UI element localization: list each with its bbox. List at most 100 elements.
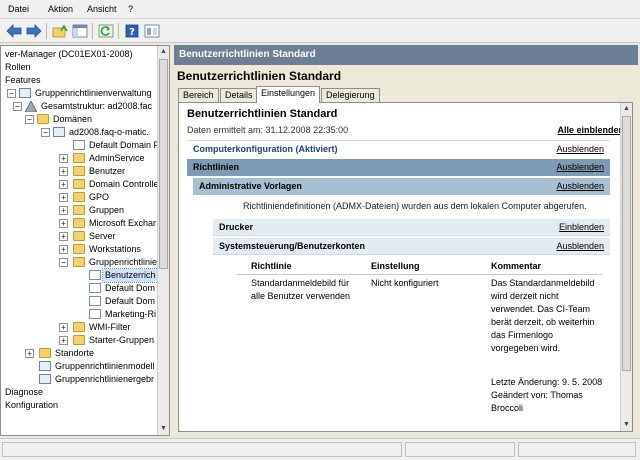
expand-toggle[interactable]: + bbox=[59, 193, 68, 202]
hide-link[interactable]: Ausblenden bbox=[556, 238, 604, 255]
policy-name-line-1: Standardanmeldebild für bbox=[251, 278, 350, 288]
policy-setting: Nicht konfiguriert bbox=[371, 278, 439, 288]
expand-toggle[interactable]: + bbox=[59, 245, 68, 254]
folder-icon bbox=[73, 322, 85, 332]
menu-aktion[interactable]: Aktion bbox=[48, 4, 73, 14]
tree-item-server-manager[interactable]: ver-Manager (DC01EX01-2008) bbox=[5, 48, 133, 61]
back-arrow-icon[interactable] bbox=[6, 23, 22, 39]
show-hide-tree-icon[interactable] bbox=[72, 23, 88, 39]
section-label: Richtlinien bbox=[193, 162, 240, 172]
expand-toggle[interactable]: + bbox=[59, 167, 68, 176]
menu-ansicht[interactable]: Ansicht bbox=[87, 4, 117, 14]
ou-folder-icon bbox=[73, 179, 85, 189]
report-scrollbar[interactable]: ▲ ▼ bbox=[620, 103, 632, 431]
section-systemsteuerung: Systemsteuerung/Benutzerkonten Ausblende… bbox=[213, 238, 610, 255]
expand-toggle[interactable]: + bbox=[59, 232, 68, 241]
collapse-toggle[interactable]: − bbox=[41, 128, 50, 137]
details-header: Benutzerrichtlinien Standard bbox=[174, 45, 638, 65]
menu-datei[interactable]: Datei bbox=[8, 4, 29, 14]
expand-toggle[interactable]: + bbox=[59, 336, 68, 345]
menu-help[interactable]: ? bbox=[128, 4, 133, 14]
column-header-comment: Kommentar bbox=[491, 261, 542, 271]
expand-toggle[interactable]: + bbox=[59, 180, 68, 189]
comment-line: berät derzeit, ob weiterhin bbox=[491, 317, 595, 327]
ou-folder-icon bbox=[73, 231, 85, 241]
status-pane bbox=[518, 442, 636, 457]
page-title: Benutzerrichtlinien Standard bbox=[177, 69, 342, 83]
ou-folder-icon bbox=[73, 153, 85, 163]
tab-einstellungen[interactable]: Einstellungen bbox=[256, 86, 321, 103]
ou-folder-icon bbox=[73, 244, 85, 254]
section-computer-config: Computerkonfiguration (Aktiviert) Ausble… bbox=[187, 140, 610, 157]
tab-details[interactable]: Details bbox=[220, 88, 258, 102]
comment-line: das Firmenlogo bbox=[491, 330, 554, 340]
ou-folder-icon bbox=[73, 166, 85, 176]
show-link[interactable]: Einblenden bbox=[559, 219, 604, 236]
ou-folder-icon bbox=[73, 192, 85, 202]
folder-icon bbox=[37, 114, 49, 124]
scroll-up-icon[interactable]: ▲ bbox=[622, 103, 631, 114]
policy-name-line-2: alle Benutzer verwenden bbox=[251, 291, 351, 301]
refresh-icon[interactable] bbox=[98, 23, 114, 39]
toolbar-separator bbox=[118, 23, 119, 39]
expand-toggle[interactable]: + bbox=[25, 349, 34, 358]
show-all-link[interactable]: Alle einblenden bbox=[557, 125, 624, 135]
scroll-thumb[interactable] bbox=[622, 116, 631, 371]
settings-report: Benutzerrichtlinien Standard Daten ermit… bbox=[178, 102, 633, 432]
forward-arrow-icon[interactable] bbox=[26, 23, 42, 39]
tab-delegierung[interactable]: Delegierung bbox=[321, 88, 380, 102]
ou-folder-icon bbox=[73, 205, 85, 215]
folder-icon bbox=[73, 335, 85, 345]
tree-item-features[interactable]: Features bbox=[5, 74, 41, 87]
comment-line: Das Standardanmeldebild bbox=[491, 278, 595, 288]
scroll-thumb[interactable] bbox=[159, 59, 168, 269]
sites-icon bbox=[39, 348, 51, 358]
expand-toggle[interactable]: + bbox=[59, 154, 68, 163]
scroll-up-icon[interactable]: ▲ bbox=[159, 46, 168, 57]
expand-toggle[interactable]: + bbox=[59, 206, 68, 215]
scroll-down-icon[interactable]: ▼ bbox=[622, 419, 631, 430]
comment-line: verwendet. Das CI-Team bbox=[491, 304, 591, 314]
gpo-icon bbox=[89, 296, 101, 306]
collapse-toggle[interactable]: − bbox=[7, 89, 16, 98]
tab-bereich[interactable]: Bereich bbox=[178, 88, 219, 102]
gpmc-icon bbox=[19, 88, 31, 98]
tree-scrollbar[interactable]: ▲ ▼ bbox=[157, 46, 169, 435]
admx-note: Richtliniendefinitionen (ADMX-Dateien) w… bbox=[243, 201, 587, 211]
header-divider bbox=[237, 274, 602, 275]
collapse-toggle[interactable]: − bbox=[13, 102, 22, 111]
domain-icon bbox=[53, 127, 65, 137]
expand-toggle[interactable]: + bbox=[59, 323, 68, 332]
hide-link[interactable]: Ausblenden bbox=[556, 141, 604, 158]
tree-item-diagnose[interactable]: Diagnose bbox=[5, 386, 43, 399]
section-label: Systemsteuerung/Benutzerkonten bbox=[219, 241, 366, 251]
section-richtlinien: Richtlinien Ausblenden bbox=[187, 159, 610, 176]
help-icon[interactable]: ? bbox=[124, 23, 140, 39]
tree-item-konfiguration[interactable]: Konfiguration bbox=[5, 399, 58, 412]
expand-toggle[interactable]: + bbox=[59, 219, 68, 228]
up-folder-icon[interactable] bbox=[52, 23, 68, 39]
scroll-down-icon[interactable]: ▼ bbox=[159, 423, 168, 434]
changed-by: Geändert von: Thomas bbox=[491, 390, 583, 400]
gpo-icon bbox=[89, 270, 101, 280]
collapse-toggle[interactable]: − bbox=[25, 115, 34, 124]
changed-by-name: Broccoli bbox=[491, 403, 524, 413]
ou-folder-icon bbox=[73, 218, 85, 228]
hide-link[interactable]: Ausblenden bbox=[556, 159, 604, 176]
console-view-icon[interactable] bbox=[144, 23, 160, 39]
section-label: Computerkonfiguration (Aktiviert) bbox=[193, 144, 338, 154]
collapse-toggle[interactable]: − bbox=[59, 258, 68, 267]
status-bar bbox=[0, 438, 640, 460]
column-header-setting: Einstellung bbox=[371, 261, 420, 271]
comment-line: vorgegeben wird. bbox=[491, 343, 561, 353]
toolbar: ? bbox=[0, 19, 640, 43]
section-drucker: Drucker Einblenden bbox=[213, 219, 610, 236]
svg-text:?: ? bbox=[129, 27, 135, 38]
console-tree: ver-Manager (DC01EX01-2008) Rollen Featu… bbox=[0, 45, 170, 436]
report-title: Benutzerrichtlinien Standard bbox=[187, 108, 338, 120]
gpo-folder-icon bbox=[73, 257, 85, 267]
section-admin-templates: Administrative Vorlagen Ausblenden bbox=[193, 178, 610, 195]
hide-link[interactable]: Ausblenden bbox=[556, 178, 604, 195]
tree-item-rollen[interactable]: Rollen bbox=[5, 61, 31, 74]
forest-icon bbox=[24, 100, 38, 113]
